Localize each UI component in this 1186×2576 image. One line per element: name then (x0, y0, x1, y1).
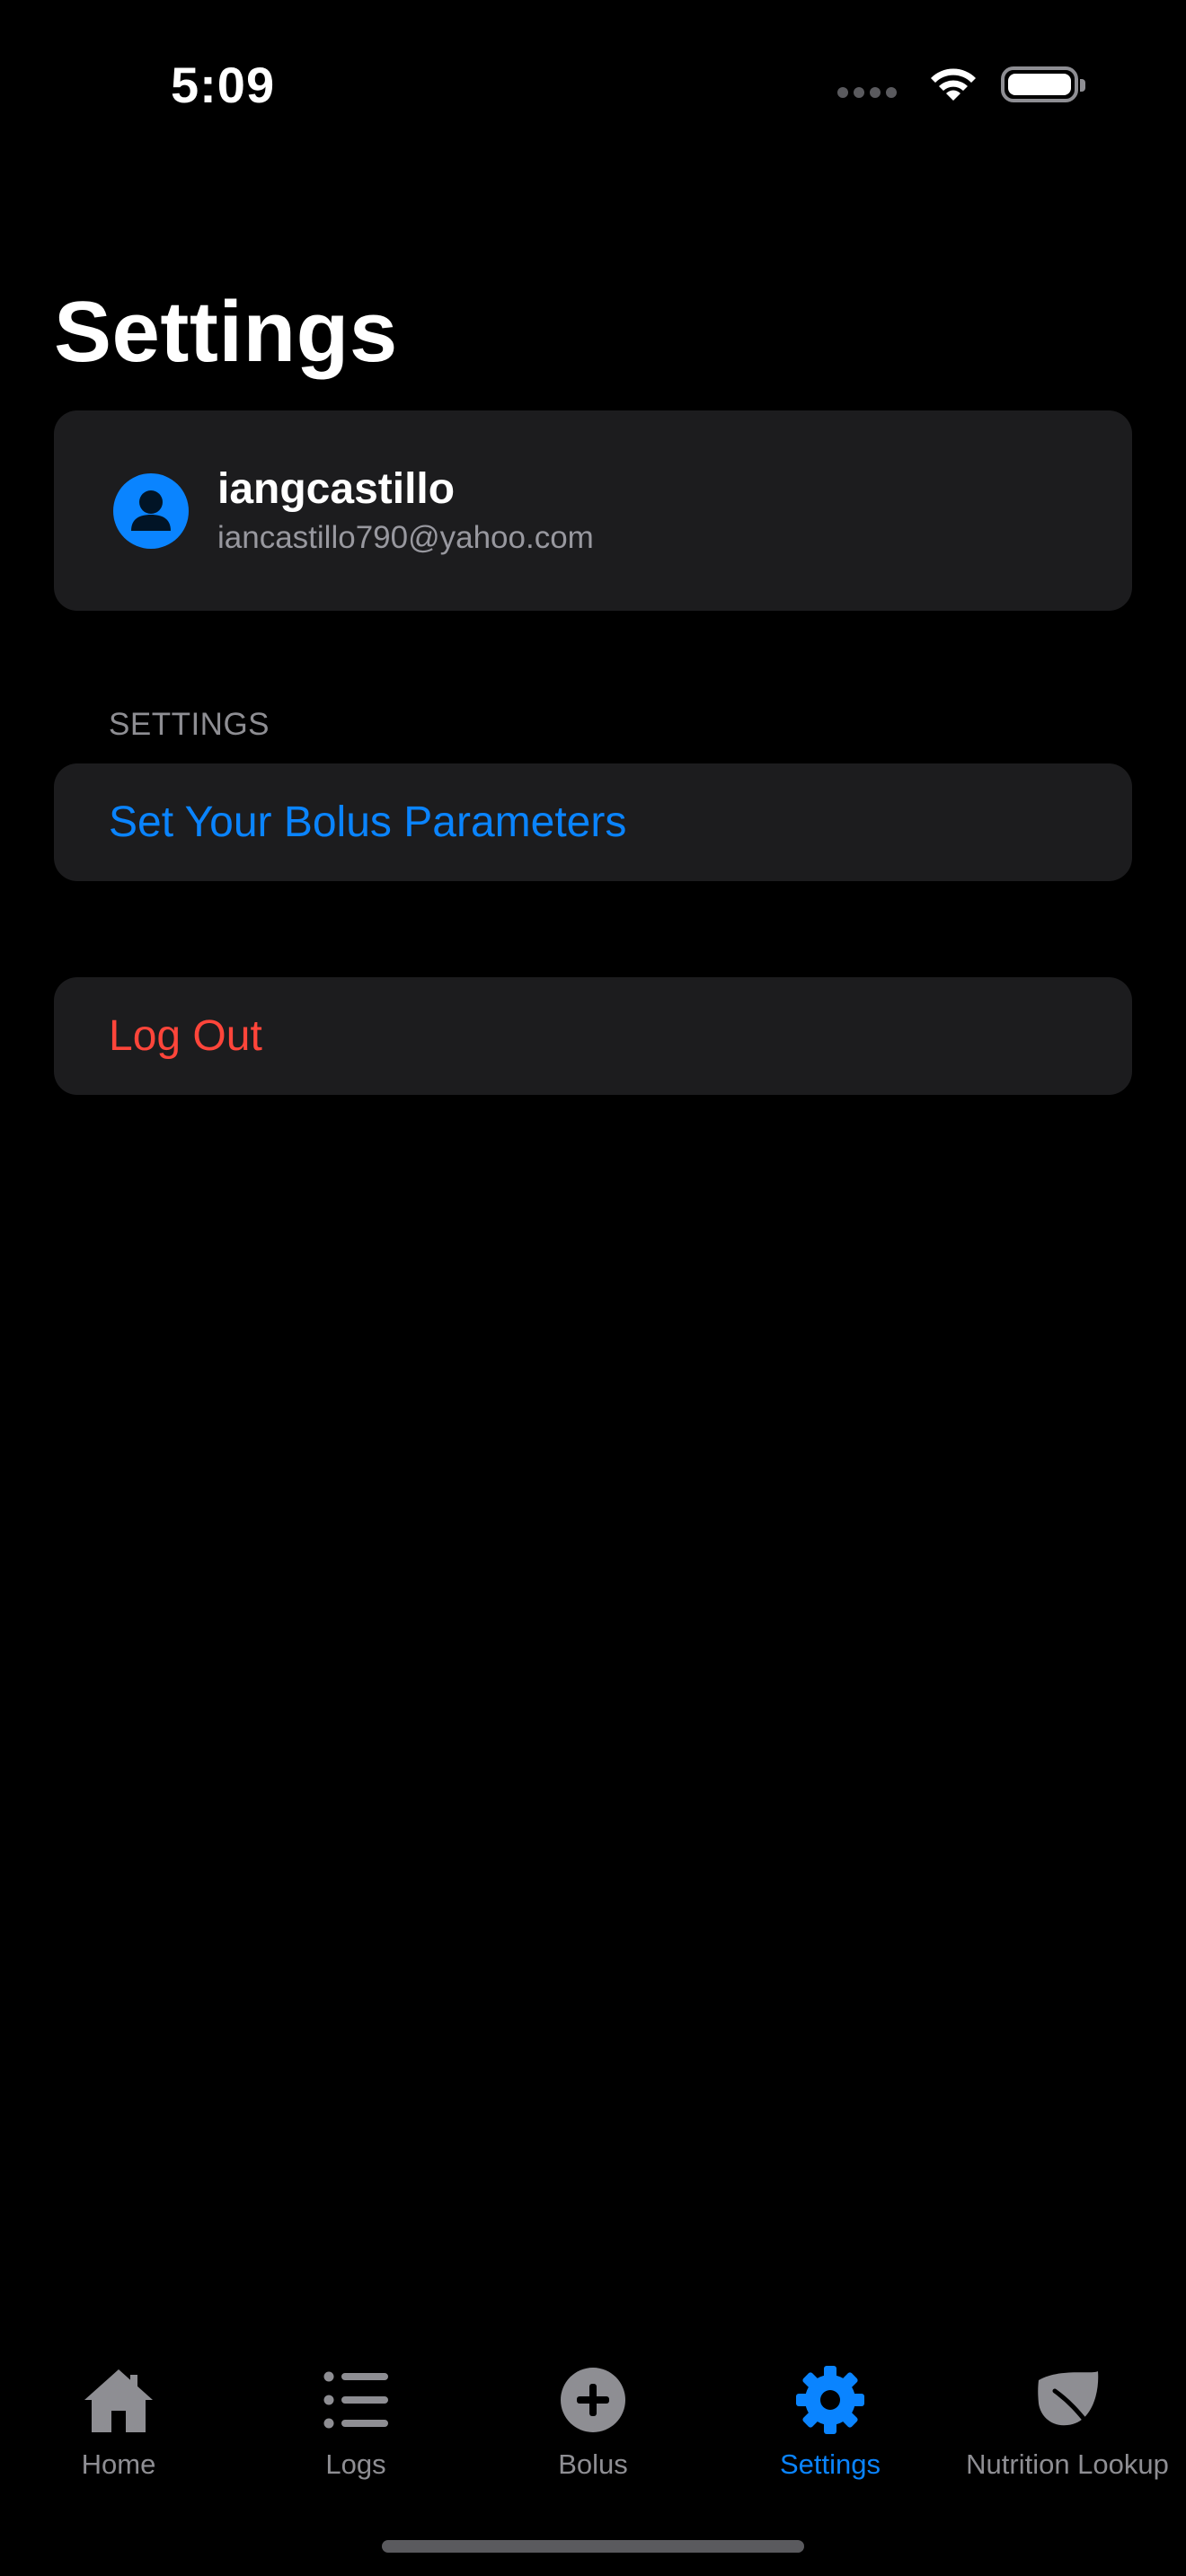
status-bar: 5:09 (0, 0, 1186, 180)
plus-circle-icon (561, 2368, 625, 2432)
wifi-icon (931, 68, 976, 101)
status-time: 5:09 (171, 57, 276, 113)
leaf-icon (1038, 2371, 1099, 2435)
person-circle-icon (113, 473, 189, 549)
section-header-settings: SETTINGS (109, 707, 270, 742)
battery-full-icon (1001, 66, 1085, 102)
set-bolus-parameters-button[interactable]: Set Your Bolus Parameters (54, 763, 1132, 881)
tab-settings[interactable]: Settings (712, 2364, 949, 2481)
tab-logs[interactable]: Logs (237, 2364, 474, 2481)
tab-bolus[interactable]: Bolus (474, 2364, 712, 2481)
cellular-signal-icon (837, 87, 897, 98)
profile-card[interactable]: iangcastillo iancastillo790@yahoo.com (54, 410, 1132, 611)
profile-email: iancastillo790@yahoo.com (217, 520, 594, 555)
tab-nutrition-lookup[interactable]: Nutrition Lookup (949, 2364, 1186, 2481)
gear-icon (796, 2366, 864, 2434)
log-out-label: Log Out (109, 1012, 262, 1060)
tab-settings-label: Settings (779, 2448, 881, 2480)
tab-logs-label: Logs (325, 2448, 386, 2480)
profile-username: iangcastillo (217, 465, 456, 513)
house-icon (84, 2369, 153, 2432)
tab-home-label: Home (81, 2448, 156, 2480)
list-icon (323, 2371, 388, 2429)
log-out-button[interactable]: Log Out (54, 977, 1132, 1095)
set-bolus-parameters-label: Set Your Bolus Parameters (109, 798, 627, 846)
tab-nutrition-lookup-label: Nutrition Lookup (966, 2448, 1169, 2480)
home-indicator[interactable] (382, 2540, 804, 2553)
page-title: Settings (54, 284, 398, 380)
tab-bolus-label: Bolus (558, 2448, 628, 2480)
tab-home[interactable]: Home (0, 2364, 237, 2481)
status-icons (837, 65, 1085, 104)
